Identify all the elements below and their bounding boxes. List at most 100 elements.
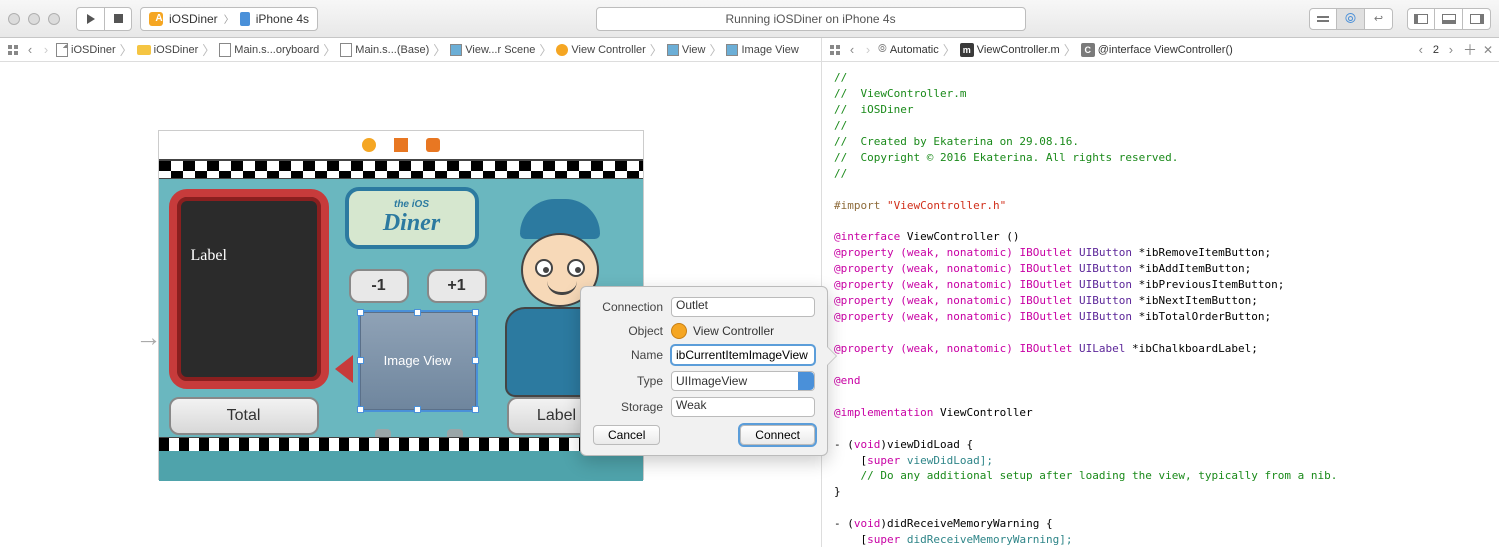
window-controls xyxy=(8,13,60,25)
name-input[interactable] xyxy=(671,345,815,365)
project-icon xyxy=(56,43,68,57)
object-value: View Controller xyxy=(693,324,774,338)
file-icon xyxy=(219,43,231,57)
breadcrumb-scene[interactable]: View...r Scene xyxy=(450,44,535,56)
remove-item-button[interactable]: -1 xyxy=(349,269,409,303)
resize-handle[interactable] xyxy=(472,309,479,316)
close-assistant-button[interactable]: ✕ xyxy=(1483,43,1493,57)
app-icon xyxy=(149,12,163,26)
close-window[interactable] xyxy=(8,13,20,25)
counter-value: 2 xyxy=(1433,44,1439,56)
zoom-window[interactable] xyxy=(48,13,60,25)
left-panel-icon xyxy=(1414,14,1428,24)
connection-label: Connection xyxy=(593,300,663,314)
storage-select[interactable]: Weak xyxy=(671,397,815,417)
toggle-navigator-button[interactable] xyxy=(1407,8,1435,30)
jump-bar-left: ‹ › iOSDiner 〉 iOSDiner 〉 Main.s...orybo… xyxy=(0,38,822,61)
scheme-device-name: iPhone 4s xyxy=(256,12,309,26)
storage-label: Storage xyxy=(593,400,663,414)
m-file-icon: m xyxy=(960,43,974,57)
connect-button[interactable]: Connect xyxy=(740,425,815,445)
minimize-window[interactable] xyxy=(28,13,40,25)
add-item-button[interactable]: +1 xyxy=(427,269,487,303)
scheme-app-name: iOSDiner xyxy=(169,12,218,26)
stop-icon xyxy=(114,14,123,23)
connection-select[interactable]: Outlet xyxy=(671,297,815,317)
lines-icon xyxy=(1317,16,1329,22)
related-items-icon[interactable] xyxy=(6,43,20,57)
class-icon: C xyxy=(1081,43,1095,57)
resize-handle[interactable] xyxy=(357,309,364,316)
first-responder-icon[interactable] xyxy=(394,138,408,152)
source-code[interactable]: // // ViewController.m // iOSDiner // //… xyxy=(834,70,1487,547)
jump-bar-right: ‹ › ⦾Automatic 〉 mViewController.m 〉 C@i… xyxy=(822,38,1499,61)
assistant-code-editor[interactable]: // // ViewController.m // iOSDiner // //… xyxy=(822,62,1499,547)
related-items-icon[interactable] xyxy=(828,43,842,57)
resize-handle[interactable] xyxy=(414,406,421,413)
imageview-icon xyxy=(726,44,738,56)
previous-item-button[interactable] xyxy=(335,355,353,383)
counter-back[interactable]: ‹ xyxy=(1415,44,1427,56)
assistant-editor-button[interactable]: ⦾ xyxy=(1337,8,1365,30)
sign-small-text: the iOS xyxy=(394,199,429,210)
chalkboard-label[interactable]: Label xyxy=(191,247,227,265)
panel-toggle-segment xyxy=(1407,8,1491,30)
resize-handle[interactable] xyxy=(357,357,364,364)
back-button[interactable]: ‹ xyxy=(846,44,858,56)
breadcrumb-project[interactable]: iOSDiner xyxy=(56,43,116,57)
status-text: Running iOSDiner on iPhone 4s xyxy=(725,12,895,26)
resize-handle[interactable] xyxy=(357,406,364,413)
root-view[interactable]: Label the iOS Diner -1 +1 Image View xyxy=(159,159,643,481)
forward-button[interactable]: › xyxy=(40,44,52,56)
resize-handle[interactable] xyxy=(472,357,479,364)
vc-icon xyxy=(556,44,568,56)
stop-button[interactable] xyxy=(104,7,132,31)
assistant-symbol[interactable]: C@interface ViewController() xyxy=(1081,43,1233,57)
bottom-panel-icon xyxy=(1442,14,1456,24)
interface-builder-canvas[interactable]: → Label the iOS Diner -1 xyxy=(0,62,822,547)
standard-editor-button[interactable] xyxy=(1309,8,1337,30)
counter-forward[interactable]: › xyxy=(1445,44,1457,56)
toolbar: iOSDiner 〉 iPhone 4s Running iOSDiner on… xyxy=(0,0,1499,38)
vc-dock-icon[interactable] xyxy=(362,138,376,152)
scene-icon xyxy=(450,44,462,56)
rings-icon: ⦾ xyxy=(878,43,887,56)
cancel-button[interactable]: Cancel xyxy=(593,425,660,445)
forward-button[interactable]: › xyxy=(862,44,874,56)
breadcrumb-view[interactable]: View xyxy=(667,44,706,56)
folder-icon xyxy=(137,45,151,55)
rings-icon: ⦾ xyxy=(1345,10,1356,27)
breadcrumb-base[interactable]: Main.s...(Base) xyxy=(340,43,429,57)
back-button[interactable]: ‹ xyxy=(24,44,36,56)
toggle-inspector-button[interactable] xyxy=(1463,8,1491,30)
outlet-connection-popover: Connection Outlet Object View Controller… xyxy=(580,286,828,456)
resize-handle[interactable] xyxy=(414,309,421,316)
assistant-file[interactable]: mViewController.m xyxy=(960,43,1060,57)
breadcrumb-storyboard[interactable]: Main.s...oryboard xyxy=(219,43,319,57)
file-icon xyxy=(340,43,352,57)
total-order-button[interactable]: Total xyxy=(169,397,319,435)
resize-handle[interactable] xyxy=(472,406,479,413)
scene-frame: Label the iOS Diner -1 +1 Image View xyxy=(158,130,644,480)
imageview-placeholder-label: Image View xyxy=(384,353,452,368)
breadcrumb-folder[interactable]: iOSDiner xyxy=(137,44,199,56)
assistant-mode[interactable]: ⦾Automatic xyxy=(878,43,939,56)
breadcrumb-imageview[interactable]: Image View xyxy=(726,44,798,56)
floor-decoration xyxy=(159,451,643,481)
name-label: Name xyxy=(593,348,663,362)
breadcrumb-viewcontroller[interactable]: View Controller xyxy=(556,44,645,56)
chalkboard-view[interactable]: Label xyxy=(169,189,329,389)
vc-icon xyxy=(671,323,687,339)
editor-mode-segment: ⦾ ↩ xyxy=(1309,8,1393,30)
checker-top-decoration xyxy=(159,159,643,179)
device-icon xyxy=(240,12,250,26)
add-assistant-button[interactable]: ＋ xyxy=(1463,40,1477,60)
type-select[interactable]: UIImageView xyxy=(671,371,815,391)
current-item-imageview[interactable]: Image View xyxy=(359,311,477,411)
run-button[interactable] xyxy=(76,7,104,31)
scheme-selector[interactable]: iOSDiner 〉 iPhone 4s xyxy=(140,7,318,31)
exit-icon[interactable] xyxy=(426,138,440,152)
sign-big-text: Diner xyxy=(383,210,440,237)
toggle-debug-button[interactable] xyxy=(1435,8,1463,30)
version-editor-button[interactable]: ↩ xyxy=(1365,8,1393,30)
